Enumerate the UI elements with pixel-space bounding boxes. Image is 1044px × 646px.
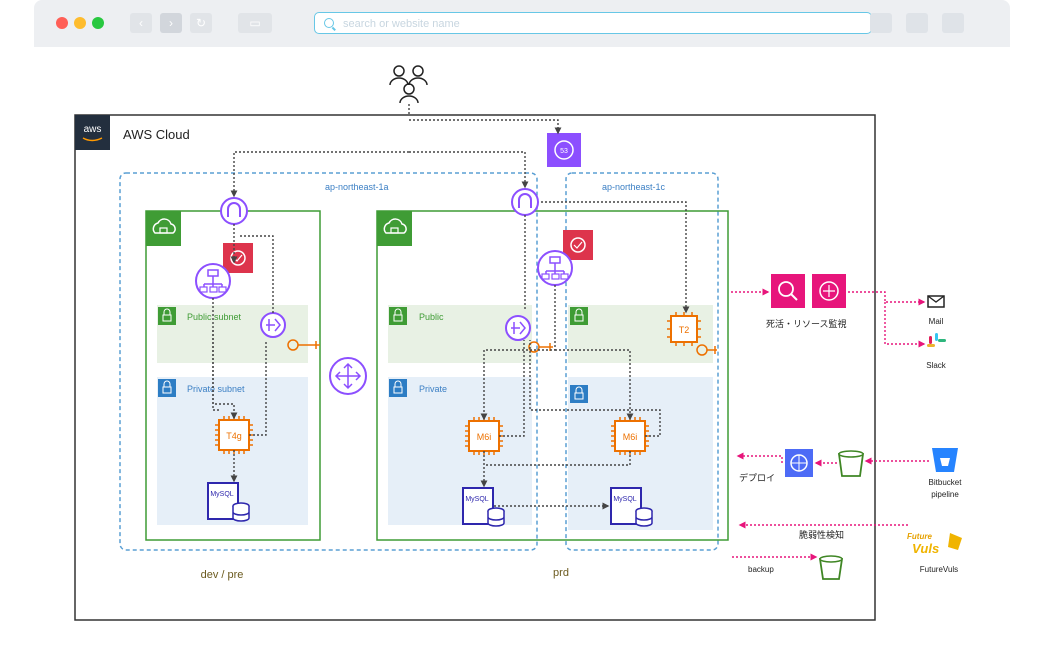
deploy-label: デプロイ [739, 472, 775, 483]
aws-cloud-title: AWS Cloud [123, 127, 190, 142]
load-balancer-icon [195, 263, 231, 299]
bitbucket-label-2: pipeline [931, 490, 959, 499]
public-subnet-dev-label: Public subnet [187, 312, 242, 322]
private-subnet-dev-label: Private subnet [187, 384, 245, 394]
svg-text:aws: aws [84, 124, 102, 135]
az-right-label: ap-northeast-1c [602, 182, 666, 192]
svg-text:Future: Future [907, 532, 932, 541]
mail-icon [927, 295, 945, 308]
nat-gateway-icon [505, 315, 531, 341]
lock-icon [570, 385, 588, 403]
lock-icon [570, 307, 588, 325]
svg-text:M6i: M6i [623, 432, 638, 442]
ec2-instance-icon: T2 [667, 312, 701, 346]
svg-text:53: 53 [560, 148, 568, 155]
backup-label: backup [748, 565, 774, 574]
futurevuls-label: FutureVuls [920, 565, 958, 574]
svg-text:MySQL: MySQL [465, 496, 488, 503]
event-icon [812, 274, 846, 308]
lock-icon [389, 307, 407, 325]
aws-cloud-frame [74, 114, 876, 621]
lock-icon [158, 307, 176, 325]
internet-gateway-icon [220, 197, 248, 225]
monitoring-icon [771, 274, 805, 308]
ec2-instance-icon: M6i [611, 417, 649, 455]
env-dev-label: dev / pre [201, 569, 244, 581]
slack-label: Slack [926, 361, 947, 370]
lock-icon [158, 379, 176, 397]
waf-icon [223, 243, 253, 273]
users-icon [389, 65, 428, 104]
mail-label: Mail [929, 317, 944, 326]
svg-text:T2: T2 [679, 325, 690, 335]
s3-bucket-icon [837, 450, 865, 477]
codedeploy-icon [785, 449, 813, 477]
svg-text:MySQL: MySQL [210, 491, 233, 498]
vuln-label: 脆弱性検知 [799, 529, 844, 540]
svg-text:Vuls: Vuls [912, 541, 939, 556]
load-balancer-icon [537, 250, 573, 286]
vpc-icon [377, 211, 412, 246]
nat-gateway-icon [260, 312, 286, 338]
futurevuls-logo: Future Vuls [907, 532, 962, 556]
bitbucket-icon [932, 448, 958, 472]
bitbucket-label-1: Bitbucket [929, 478, 963, 487]
svg-text:M6i: M6i [477, 432, 492, 442]
private-prd-label: Private [419, 384, 447, 394]
transit-gateway-icon [329, 357, 367, 395]
public-prd-label: Public [419, 312, 444, 322]
az-left-label: ap-northeast-1a [325, 182, 389, 192]
aws-logo: aws [75, 115, 110, 150]
ec2-instance-icon: T4g [215, 416, 253, 454]
svg-text:T4g: T4g [226, 431, 242, 441]
monitoring-label: 死活・リソース監視 [766, 318, 847, 329]
architecture-diagram: aws AWS Cloud ap-northeast-1a ap-northea… [74, 65, 963, 621]
private-subnet-prd-a [388, 377, 532, 525]
vpc-icon [146, 211, 181, 246]
ec2-instance-icon: M6i [465, 417, 503, 455]
svg-text:MySQL: MySQL [613, 496, 636, 503]
route53-icon: 53 [547, 133, 581, 167]
lock-icon [389, 379, 407, 397]
slack-icon [927, 333, 946, 347]
env-prd-label: prd [553, 567, 569, 579]
s3-bucket-icon [818, 555, 844, 580]
internet-gateway-icon [511, 188, 539, 216]
